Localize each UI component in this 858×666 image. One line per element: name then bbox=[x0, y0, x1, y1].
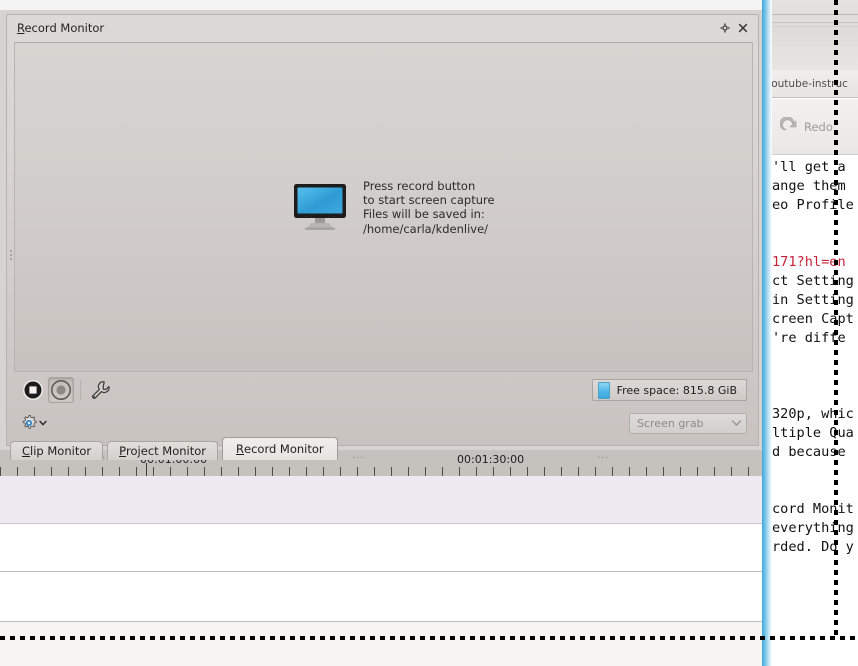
chrome-line bbox=[768, 26, 858, 27]
close-icon[interactable] bbox=[734, 19, 752, 37]
stop-recording-button[interactable] bbox=[20, 377, 46, 403]
placeholder-line-1: Press record button bbox=[363, 179, 476, 193]
document-text-line: ltiple Qua bbox=[772, 425, 854, 441]
ruler-major-tick bbox=[146, 463, 147, 476]
screen-root: youtube-instruc Redo 'll get a ange them e… bbox=[0, 0, 858, 666]
record-placeholder-text: Press record button to start screen capt… bbox=[363, 179, 495, 236]
document-text-line: eo Profile bbox=[772, 197, 854, 213]
gear-icon bbox=[22, 415, 37, 429]
tab-project-monitor[interactable]: Project Monitor bbox=[107, 441, 219, 460]
redo-button[interactable]: Redo bbox=[779, 116, 833, 137]
record-monitor-titlebar: Record Monitor bbox=[7, 15, 758, 41]
chrome-line bbox=[768, 14, 858, 15]
document-text-line: cord Monit bbox=[772, 501, 854, 517]
document-tab-title[interactable]: youtube-instruc bbox=[762, 70, 858, 98]
document-text-line bbox=[772, 481, 858, 500]
recording-settings-button[interactable] bbox=[20, 411, 50, 435]
document-text-line: rded. Do y bbox=[772, 539, 854, 555]
document-text-line: ct Setting bbox=[772, 273, 854, 289]
capture-source-value: Screen grab bbox=[637, 416, 704, 430]
background-window-accent-strip bbox=[762, 0, 772, 666]
drive-icon bbox=[597, 381, 610, 399]
tab-mnemonic: P bbox=[119, 444, 127, 458]
record-monitor-dock: Record Monitor Press record button to st… bbox=[0, 10, 762, 460]
placeholder-line-2: to start screen capture bbox=[363, 193, 495, 208]
selection-line-vertical bbox=[834, 0, 838, 640]
document-text-line: 320p, whic bbox=[772, 406, 854, 422]
background-window-toolbar: Redo bbox=[762, 99, 858, 155]
timeline-track-footer[interactable] bbox=[0, 622, 762, 666]
tab-label: ecord Monitor bbox=[244, 442, 324, 456]
document-text-line: 'll get a bbox=[772, 159, 846, 175]
tab-record-monitor[interactable]: Record Monitor bbox=[222, 437, 338, 460]
document-text-line: everything bbox=[772, 520, 854, 536]
redo-label: Redo bbox=[804, 120, 833, 134]
tab-label: roject Monitor bbox=[126, 444, 207, 458]
timeline-area: .........00:01:00:0000:01:30:00 bbox=[0, 450, 762, 666]
tab-mnemonic: C bbox=[22, 444, 31, 458]
background-window-chrome bbox=[762, 0, 858, 70]
monitor-tabbar: Clip Monitor Project Monitor Record Monito… bbox=[0, 437, 762, 460]
document-text-line bbox=[772, 386, 858, 405]
selection-line-horizontal bbox=[0, 636, 858, 640]
record-monitor-viewport[interactable]: Press record button to start screen capt… bbox=[14, 42, 753, 372]
free-space-label: Free space: 815.8 GiB bbox=[616, 383, 737, 397]
record-placeholder: Press record button to start screen capt… bbox=[293, 179, 495, 236]
redo-arrow-icon bbox=[779, 116, 800, 137]
document-text-line: d because bbox=[772, 444, 846, 460]
document-text-line bbox=[772, 234, 858, 253]
document-text-line bbox=[772, 215, 858, 234]
splitter-dot bbox=[9, 254, 12, 256]
record-options-toolbar: Screen grab bbox=[14, 407, 753, 439]
placeholder-line-4: /home/carla/kdenlive/ bbox=[363, 221, 489, 236]
document-text-line bbox=[772, 348, 858, 367]
timeline-track-video-1[interactable] bbox=[0, 524, 762, 572]
document-text-line: ange them bbox=[772, 178, 846, 194]
tab-clip-monitor[interactable]: Clip Monitor bbox=[10, 441, 104, 460]
configure-recording-button[interactable] bbox=[87, 377, 113, 403]
background-document-text[interactable]: 'll get a ange them eo Profile 171?hl=en ct… bbox=[772, 158, 858, 666]
document-link-line[interactable]: 171?hl=en bbox=[772, 253, 858, 272]
chevron-down-icon bbox=[39, 420, 47, 426]
timeline-track-audio[interactable] bbox=[0, 476, 762, 524]
toolbar-separator bbox=[80, 380, 81, 400]
tab-mnemonic: R bbox=[236, 442, 245, 456]
capture-source-select[interactable]: Screen grab bbox=[629, 412, 747, 434]
dock-splitter-handle[interactable] bbox=[7, 195, 14, 315]
document-text-line: creen Capt bbox=[772, 311, 854, 327]
computer-monitor-icon bbox=[293, 183, 347, 231]
document-text-line: 're diffe bbox=[772, 330, 846, 346]
timeline-track-video-2[interactable] bbox=[0, 572, 762, 622]
start-recording-button[interactable] bbox=[48, 377, 74, 403]
page-title: Record Monitor bbox=[17, 21, 716, 35]
float-undock-icon[interactable] bbox=[716, 19, 734, 37]
ruler-ticks bbox=[0, 467, 762, 476]
chevron-down-icon bbox=[731, 420, 742, 426]
free-space-indicator: Free space: 815.8 GiB bbox=[591, 379, 747, 401]
title-text: ecord Monitor bbox=[24, 21, 105, 35]
chrome-line bbox=[768, 22, 858, 23]
record-monitor-frame: Record Monitor Press record button to st… bbox=[6, 14, 759, 446]
splitter-dot bbox=[9, 250, 12, 252]
document-text-line: in Setting bbox=[772, 292, 854, 308]
placeholder-line-3: Files will be saved in: bbox=[363, 207, 485, 222]
document-text-line bbox=[772, 462, 858, 481]
tab-label: lip Monitor bbox=[30, 444, 92, 458]
splitter-dot bbox=[9, 258, 12, 260]
record-toolbar: Free space: 815.8 GiB bbox=[14, 373, 753, 407]
background-window: youtube-instruc Redo 'll get a ange them e… bbox=[762, 0, 858, 666]
document-text-line bbox=[772, 367, 858, 386]
